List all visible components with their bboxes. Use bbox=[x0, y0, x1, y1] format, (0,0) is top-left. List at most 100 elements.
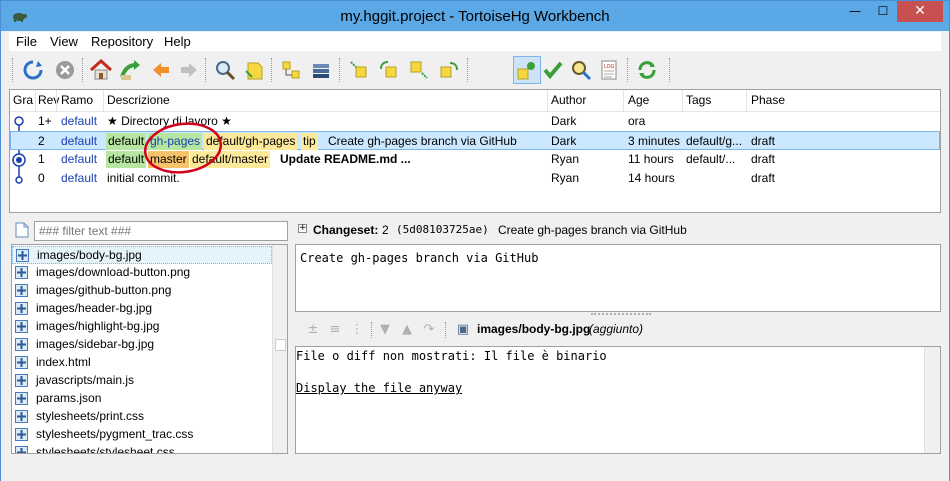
search-file-icon[interactable] bbox=[567, 56, 595, 84]
file-list-item-selected[interactable]: images/body-bg.jpg bbox=[12, 246, 272, 264]
phase-cell: draft bbox=[751, 171, 776, 185]
file-list-item[interactable]: stylesheets/pygment_trac.css bbox=[12, 426, 272, 444]
file-list-scrollbar[interactable] bbox=[272, 245, 287, 453]
changeset-rev: 2 bbox=[382, 223, 389, 237]
column-header-tags[interactable]: Tags bbox=[686, 93, 711, 107]
list-icon[interactable]: ⋮ bbox=[349, 322, 365, 338]
toolbar-separator bbox=[669, 58, 670, 82]
home-icon[interactable] bbox=[87, 56, 115, 84]
table-header: Gra Rev Ramo Descrizione Author Age Tags… bbox=[10, 90, 940, 112]
svg-text:LOG: LOG bbox=[604, 64, 615, 70]
incoming-icon[interactable] bbox=[345, 56, 373, 84]
maximize-button[interactable]: ☐ bbox=[869, 1, 897, 22]
file-list-item[interactable]: javascripts/main.js bbox=[12, 372, 272, 390]
pull-icon[interactable] bbox=[375, 56, 403, 84]
back-icon[interactable] bbox=[147, 56, 175, 84]
scrollbar-thumb[interactable] bbox=[275, 339, 286, 351]
file-list-item[interactable]: images/header-bg.jpg bbox=[12, 300, 272, 318]
toolbar-separator bbox=[445, 322, 446, 338]
stop-icon[interactable] bbox=[51, 56, 79, 84]
prev-hunk-icon[interactable]: ▲ bbox=[399, 322, 415, 338]
next-hunk-icon[interactable]: ▼ bbox=[377, 322, 393, 338]
file-name: images/github-button.png bbox=[36, 283, 172, 297]
file-added-icon bbox=[15, 392, 28, 405]
minimize-button[interactable]: — bbox=[841, 1, 869, 22]
goto-icon[interactable] bbox=[117, 56, 145, 84]
collapse-icon[interactable]: ≡ bbox=[327, 322, 343, 338]
commit-message-text: Create gh-pages branch via GitHub bbox=[300, 251, 539, 265]
age-cell: 11 hours bbox=[628, 152, 674, 166]
file-list-item[interactable]: index.html bbox=[12, 354, 272, 372]
branch-cell: default bbox=[61, 171, 98, 185]
display-file-anyway-link[interactable]: Display the file anyway bbox=[296, 381, 462, 395]
file-added-icon bbox=[15, 302, 28, 315]
column-divider bbox=[56, 90, 57, 112]
push-icon[interactable] bbox=[435, 56, 463, 84]
splitter-handle[interactable] bbox=[591, 313, 651, 317]
window-title: my.hggit.project - TortoiseHg Workbench bbox=[340, 8, 610, 25]
file-added-icon bbox=[16, 249, 29, 262]
toolbar-grip bbox=[12, 58, 13, 82]
column-header-description[interactable]: Descrizione bbox=[107, 93, 170, 107]
description-cell: Update README.md ... bbox=[280, 152, 411, 166]
column-header-phase[interactable]: Phase bbox=[751, 93, 785, 107]
close-button[interactable]: ✕ bbox=[897, 1, 943, 22]
age-cell: 3 minutes bbox=[628, 134, 681, 148]
file-filter-input[interactable] bbox=[34, 221, 288, 241]
file-name: images/body-bg.jpg bbox=[37, 248, 142, 262]
menu-view[interactable]: View bbox=[50, 34, 78, 49]
file-list-item[interactable]: images/github-button.png bbox=[12, 282, 272, 300]
changeset-hash: (5d08103725ae) bbox=[396, 223, 489, 236]
file-list-item[interactable]: stylesheets/print.css bbox=[12, 408, 272, 426]
file-list[interactable]: images/body-bg.jpg images/download-butto… bbox=[11, 244, 288, 454]
expand-all-icon[interactable]: ± bbox=[305, 322, 321, 338]
sync-icon[interactable] bbox=[633, 56, 661, 84]
menu-help[interactable]: Help bbox=[164, 34, 191, 49]
file-filter-icon bbox=[15, 222, 29, 238]
refresh-icon[interactable] bbox=[19, 56, 47, 84]
column-divider bbox=[623, 90, 624, 112]
revision-graph-table[interactable]: Gra Rev Ramo Descrizione Author Age Tags… bbox=[9, 89, 941, 213]
commit-message-panel[interactable]: Create gh-pages branch via GitHub bbox=[295, 244, 941, 312]
log-icon[interactable]: LOG bbox=[595, 56, 623, 84]
menu-repository[interactable]: Repository bbox=[91, 34, 153, 49]
expand-icon[interactable]: + bbox=[298, 224, 307, 233]
tags-cell: default/g... bbox=[686, 134, 743, 148]
search-icon[interactable] bbox=[211, 56, 239, 84]
toolbar-separator bbox=[271, 58, 272, 82]
description-cell: Create gh-pages branch via GitHub bbox=[328, 134, 517, 148]
menu-file[interactable]: File bbox=[16, 34, 37, 49]
file-list-item[interactable]: images/download-button.png bbox=[12, 264, 272, 282]
file-added-icon bbox=[15, 410, 28, 423]
file-list-item[interactable]: images/sidebar-bg.jpg bbox=[12, 336, 272, 354]
column-header-age[interactable]: Age bbox=[628, 93, 649, 107]
column-header-author[interactable]: Author bbox=[551, 93, 586, 107]
outgoing-icon[interactable] bbox=[405, 56, 433, 84]
file-added-icon bbox=[15, 428, 28, 441]
redo-icon[interactable]: ↷ bbox=[421, 322, 437, 338]
age-cell: ora bbox=[628, 114, 646, 128]
diff-scrollbar[interactable] bbox=[924, 347, 940, 453]
file-list-item[interactable]: params.json bbox=[12, 390, 272, 408]
filter-icon[interactable] bbox=[241, 56, 269, 84]
file-type-icon: ▣ bbox=[456, 322, 470, 337]
file-added-icon bbox=[15, 284, 28, 297]
age-cell: 14 hours bbox=[628, 171, 675, 185]
phase-cell: draft bbox=[751, 152, 776, 166]
column-header-branch[interactable]: Ramo bbox=[61, 93, 93, 107]
file-list-item[interactable]: stylesheets/stylesheet.css bbox=[12, 444, 272, 453]
toolbar-separator bbox=[82, 58, 83, 82]
author-cell: Ryan bbox=[551, 171, 580, 185]
branch-icon[interactable] bbox=[277, 56, 305, 84]
column-divider bbox=[103, 90, 104, 112]
diff-notice: File o diff non mostrati: Il file è bina… bbox=[296, 349, 607, 363]
workbench-icon[interactable] bbox=[513, 56, 541, 84]
commit-icon[interactable] bbox=[539, 56, 567, 84]
toolbar-separator bbox=[627, 58, 628, 82]
column-header-graph[interactable]: Gra bbox=[13, 93, 33, 107]
file-name: images/header-bg.jpg bbox=[36, 301, 153, 315]
diff-panel[interactable]: File o diff non mostrati: Il file è bina… bbox=[295, 346, 941, 454]
file-list-item[interactable]: images/highlight-bg.jpg bbox=[12, 318, 272, 336]
stack-icon[interactable] bbox=[307, 56, 335, 84]
forward-icon[interactable] bbox=[175, 56, 203, 84]
